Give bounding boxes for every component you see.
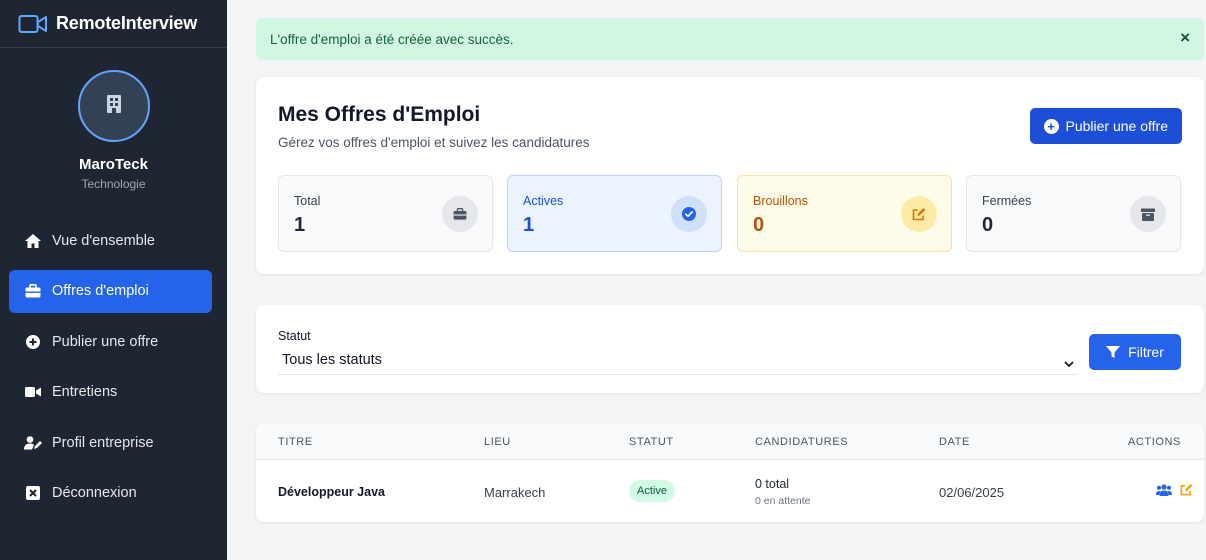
sidebar-item-label: Publier une offre [52,333,159,350]
column-header-actions: Actions [1127,436,1181,448]
offer-title[interactable]: Développeur Java [278,485,385,499]
sidebar-item-logout[interactable]: Déconnexion [9,472,212,515]
publish-offer-button[interactable]: + Publier une offre [1029,108,1182,144]
applications-total: 0 total [755,477,790,491]
stat-closed: Fermées 0 [966,175,1181,252]
status-filter-value: Tous les statuts [282,352,382,368]
page-title: Mes Offres d'Emploi [278,103,481,126]
plus-circle-icon [24,334,42,350]
status-badge: Active [629,480,675,502]
column-header-title[interactable]: Titre [278,436,313,448]
offer-date: 02/06/2025 [939,485,1005,500]
alert-message: L'offre d'emploi a été créée avec succès… [270,31,514,47]
column-header-applications[interactable]: Candidatures [755,436,848,448]
check-circle-icon [671,196,707,232]
chevron-down-icon [1064,356,1074,372]
sidebar-item-overview[interactable]: Vue d'ensemble [9,219,212,262]
publish-offer-label: Publier une offre [1065,118,1168,134]
edit-icon[interactable] [1180,483,1193,496]
table-header: Titre Lieu Statut Candidatures Date Acti… [256,423,1204,460]
sidebar-item-interviews[interactable]: Entretiens [9,371,212,414]
stat-label: Fermées [982,194,1032,208]
sidebar-nav: Vue d'ensemble Offres d'emploi Publier u… [9,219,212,523]
sidebar: RemoteInterview MaroTeck Technologie Vue… [0,0,227,560]
sidebar-item-label: Vue d'ensemble [52,232,155,249]
filter-card: Statut Tous les statuts Filtrer [256,305,1204,393]
user-edit-icon [24,435,42,451]
stat-value: 0 [982,214,994,236]
filter-button-label: Filtrer [1128,344,1164,360]
stat-label: Total [294,194,321,208]
sidebar-item-company-profile[interactable]: Profil entreprise [9,421,212,464]
table-row[interactable]: Développeur Java Marrakech Active 0 tota… [256,460,1204,522]
stat-active: Actives 1 [507,175,722,252]
applications-pending: 0 en attente [755,495,811,507]
filter-button[interactable]: Filtrer [1089,334,1181,370]
stat-label: Actives [523,194,564,208]
column-header-status[interactable]: Statut [629,436,674,448]
company-name: MaroTeck [79,156,148,173]
sidebar-item-label: Profil entreprise [52,434,154,451]
offers-summary-card: Mes Offres d'Emploi Gérez vos offres d'e… [256,77,1204,274]
edit-icon [901,196,937,232]
video-icon [24,384,42,400]
row-actions [1156,483,1193,496]
avatar [77,70,150,142]
stat-value: 0 [753,214,765,236]
success-alert: L'offre d'emploi a été créée avec succès… [256,18,1204,60]
briefcase-icon [24,283,42,299]
stat-drafts: Brouillons 0 [737,175,952,252]
stat-total: Total 1 [278,175,493,252]
sidebar-item-label: Déconnexion [52,485,137,502]
stat-value: 1 [523,214,535,236]
column-header-location[interactable]: Lieu [484,436,511,448]
close-icon[interactable]: × [1180,28,1190,48]
status-filter-label: Statut [278,329,311,343]
view-candidates-icon[interactable] [1156,483,1172,496]
sidebar-item-label: Entretiens [52,384,118,401]
page-subtitle: Gérez vos offres d'emploi et suivez les … [278,135,590,150]
stat-value: 1 [294,214,306,236]
offers-table: Titre Lieu Statut Candidatures Date Acti… [256,423,1204,522]
sidebar-item-job-offers[interactable]: Offres d'emploi [9,269,212,313]
plus-circle-icon: + [1043,118,1059,134]
sidebar-item-publish[interactable]: Publier une offre [9,320,212,363]
column-header-date[interactable]: Date [939,436,970,448]
brand[interactable]: RemoteInterview [0,0,227,48]
building-icon [106,94,122,119]
briefcase-icon [442,196,478,232]
stat-label: Brouillons [753,194,808,208]
main-content: L'offre d'emploi a été créée avec succès… [227,0,1206,560]
logout-icon [24,485,42,501]
offer-location: Marrakech [484,485,546,500]
filter-icon [1106,346,1121,358]
video-camera-icon [18,14,48,34]
archive-icon [1130,196,1166,232]
status-filter-select[interactable]: Tous les statuts [278,349,1078,375]
home-icon [24,233,42,249]
company-sector: Technologie [81,177,146,191]
app-name: RemoteInterview [56,13,198,33]
sidebar-item-label: Offres d'emploi [52,283,149,300]
